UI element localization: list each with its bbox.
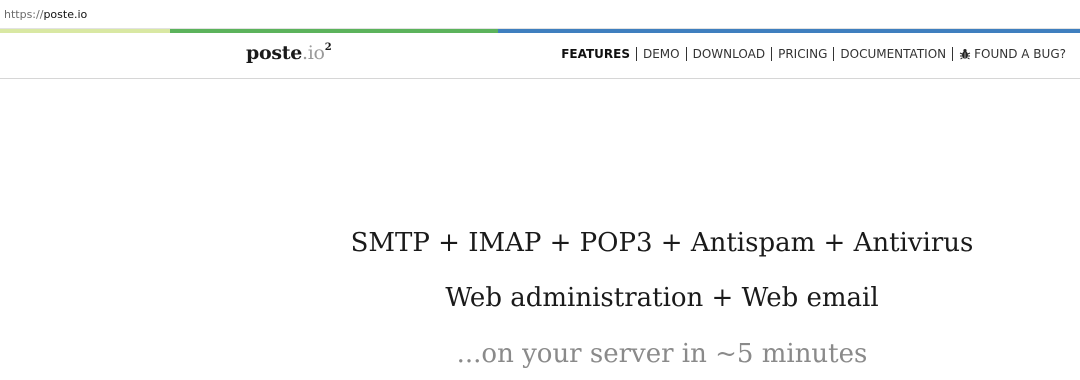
url-host: poste.io <box>43 7 88 21</box>
brand-name: poste <box>246 42 303 64</box>
url-scheme: https:// <box>4 7 44 21</box>
hero-headline-web: Web administration + Web email <box>445 283 879 313</box>
nav-item-features[interactable]: FEATURES <box>555 47 636 61</box>
nav-item-found-a-bug-label: FOUND A BUG? <box>974 47 1066 61</box>
brand-logo[interactable]: poste.io2 <box>246 41 332 64</box>
bug-icon <box>959 49 971 60</box>
brand-superscript: 2 <box>324 41 332 53</box>
hero-tagline: ...on your server in ~5 minutes <box>456 339 868 369</box>
nav-item-download[interactable]: DOWNLOAD <box>685 47 771 61</box>
nav-item-found-a-bug[interactable]: FOUND A BUG? <box>952 47 1072 61</box>
nav-item-documentation[interactable]: DOCUMENTATION <box>833 47 952 61</box>
address-bar[interactable]: https://poste.io <box>0 0 1080 29</box>
site-navbar: poste.io2 FEATURES DEMO DOWNLOAD PRICING… <box>0 33 1080 79</box>
main-nav: FEATURES DEMO DOWNLOAD PRICING DOCUMENTA… <box>555 47 1072 61</box>
brand-tld: .io <box>302 42 325 64</box>
nav-item-demo[interactable]: DEMO <box>635 47 686 61</box>
hero-section: SMTP + IMAP + POP3 + Antispam + Antiviru… <box>0 78 1080 380</box>
hero-headline-protocols: SMTP + IMAP + POP3 + Antispam + Antiviru… <box>350 228 974 258</box>
nav-item-pricing[interactable]: PRICING <box>771 47 833 61</box>
